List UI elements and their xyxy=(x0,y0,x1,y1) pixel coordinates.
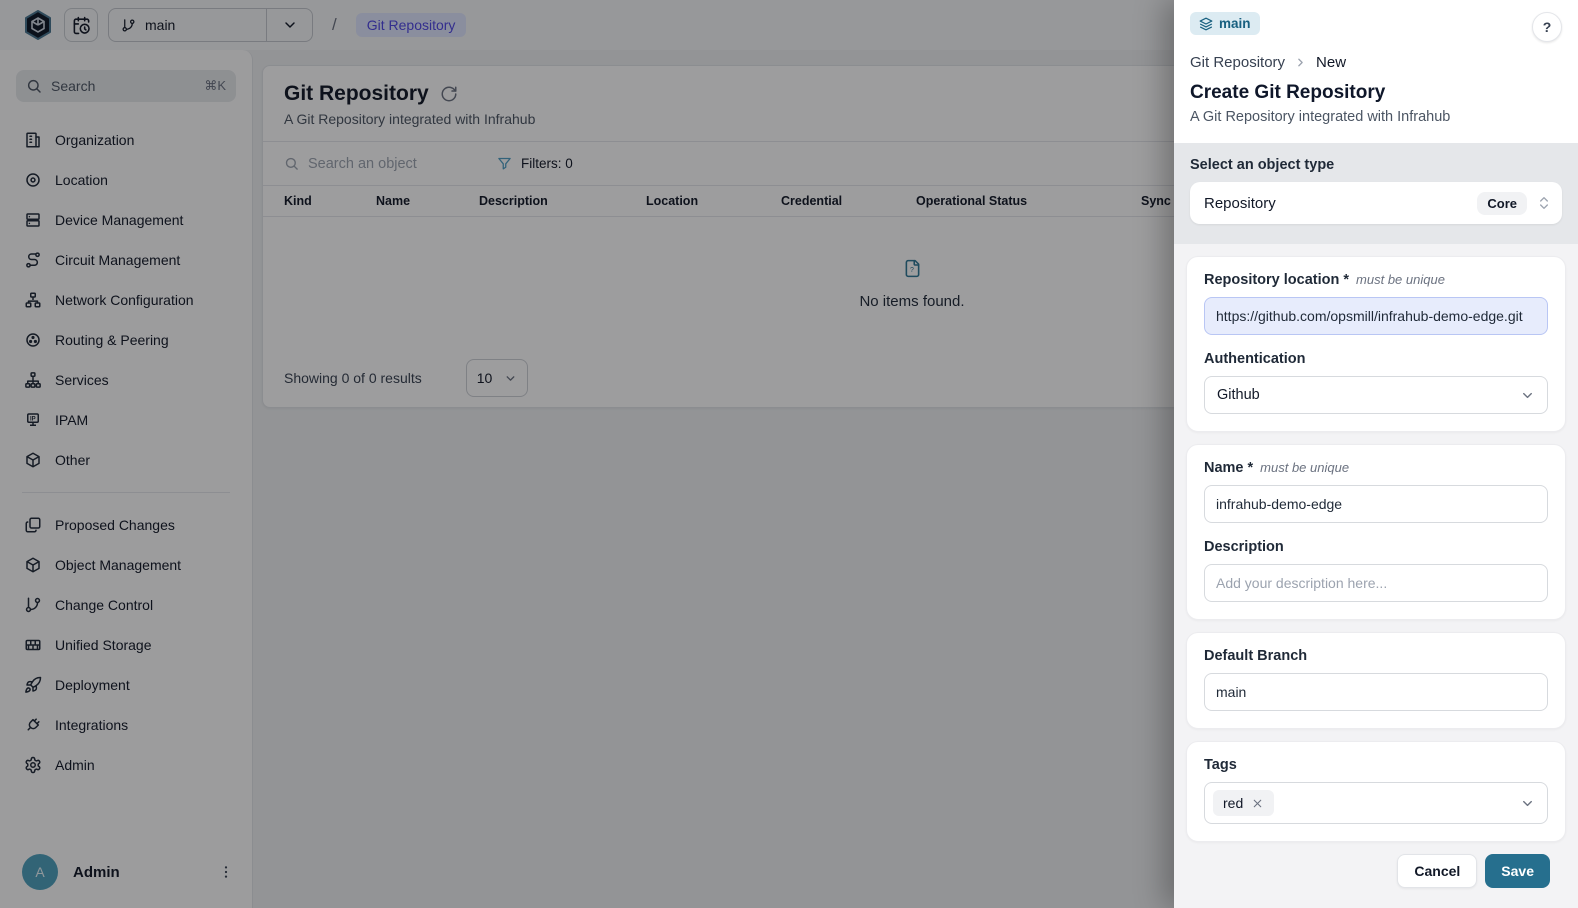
drawer-actions: Cancel Save xyxy=(1186,854,1566,888)
core-badge: Core xyxy=(1477,192,1527,215)
authentication-value: Github xyxy=(1217,387,1260,403)
branch-badge-label: main xyxy=(1219,16,1251,31)
cancel-button[interactable]: Cancel xyxy=(1397,854,1477,888)
tag-chip: red xyxy=(1213,790,1274,816)
chevron-down-icon xyxy=(1520,388,1535,403)
tags-label: Tags xyxy=(1204,757,1237,773)
object-type-select[interactable]: Repository Core xyxy=(1190,182,1562,224)
remove-tag-icon[interactable] xyxy=(1251,797,1264,810)
breadcrumb-parent[interactable]: Git Repository xyxy=(1190,54,1285,71)
description-input[interactable] xyxy=(1204,564,1548,602)
tag-chip-label: red xyxy=(1223,795,1243,811)
repository-location-hint: must be unique xyxy=(1356,272,1445,287)
authentication-label: Authentication xyxy=(1204,351,1306,367)
form-card-repository: Repository location * must be unique Aut… xyxy=(1186,256,1566,432)
default-branch-input[interactable] xyxy=(1204,673,1548,711)
repository-location-input[interactable] xyxy=(1204,297,1548,335)
drawer-subtitle: A Git Repository integrated with Infrahu… xyxy=(1190,109,1562,125)
chevron-right-icon xyxy=(1294,56,1307,69)
drawer-breadcrumb: Git Repository New xyxy=(1190,54,1562,71)
authentication-select[interactable]: Github xyxy=(1204,376,1548,414)
create-git-repository-drawer: main ? Git Repository New Create Git Rep… xyxy=(1174,0,1578,908)
chevron-down-icon xyxy=(1520,796,1535,811)
layers-icon xyxy=(1199,17,1213,31)
chevrons-up-down-icon xyxy=(1536,195,1552,211)
name-input[interactable] xyxy=(1204,485,1548,523)
object-type-value: Repository xyxy=(1204,195,1276,212)
default-branch-label: Default Branch xyxy=(1204,648,1307,664)
help-button[interactable]: ? xyxy=(1532,12,1562,42)
drawer-header: main ? Git Repository New Create Git Rep… xyxy=(1174,0,1578,143)
branch-badge[interactable]: main xyxy=(1190,12,1260,35)
description-label: Description xyxy=(1204,539,1284,555)
form-card-tags: Tags red xyxy=(1186,741,1566,842)
name-label: Name * xyxy=(1204,460,1253,476)
drawer-body: Select an object type Repository Core Re… xyxy=(1174,143,1578,908)
repository-location-label: Repository location * xyxy=(1204,272,1349,288)
form-card-name: Name * must be unique Description xyxy=(1186,444,1566,620)
create-form: Repository location * must be unique Aut… xyxy=(1174,244,1578,888)
tags-select[interactable]: red xyxy=(1204,782,1548,824)
drawer-title: Create Git Repository xyxy=(1190,82,1562,104)
save-button[interactable]: Save xyxy=(1485,854,1550,888)
name-hint: must be unique xyxy=(1260,460,1349,475)
breadcrumb-current: New xyxy=(1316,54,1346,71)
object-type-label: Select an object type xyxy=(1190,157,1562,173)
form-card-default-branch: Default Branch xyxy=(1186,632,1566,729)
object-type-section: Select an object type Repository Core xyxy=(1174,143,1578,244)
